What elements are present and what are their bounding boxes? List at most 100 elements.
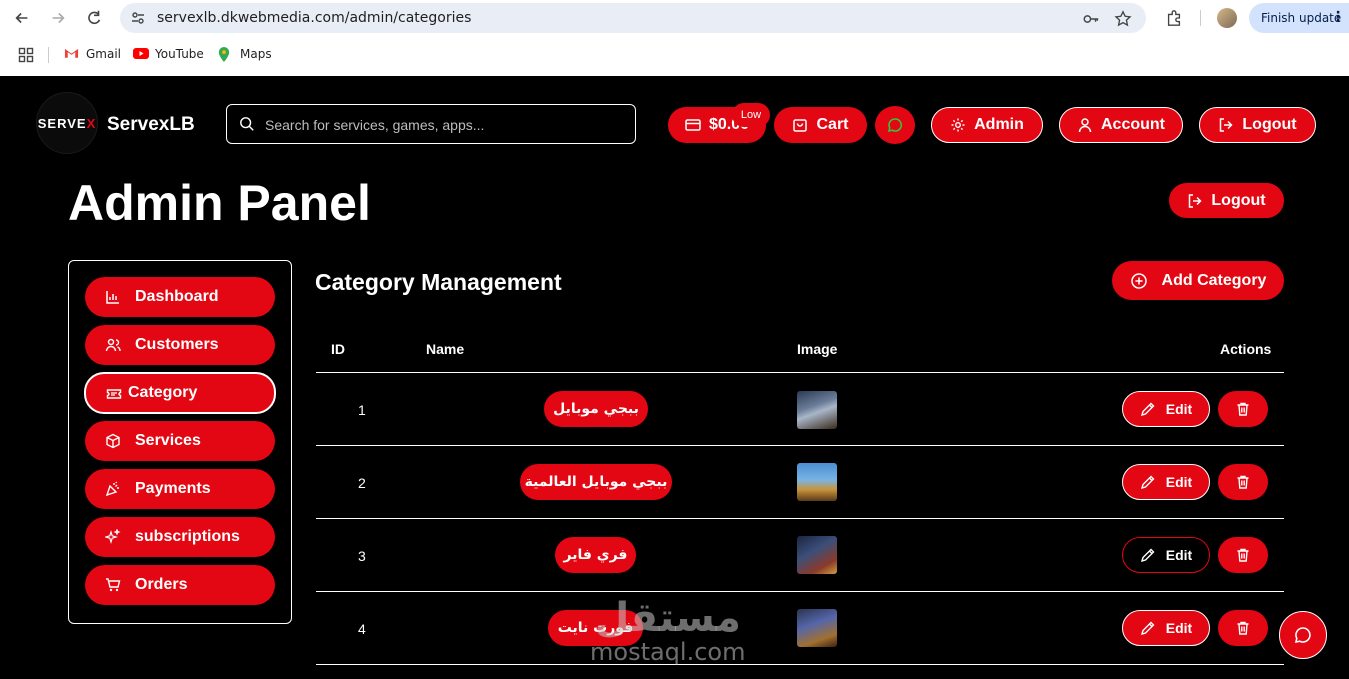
- floating-chat-button[interactable]: [1279, 611, 1327, 659]
- account-label: Account: [1101, 116, 1165, 133]
- box-icon: [106, 433, 120, 449]
- cart-button[interactable]: Cart: [774, 107, 867, 143]
- delete-button[interactable]: [1218, 464, 1268, 500]
- edit-label: Edit: [1165, 620, 1193, 636]
- watermark: مستقل mostaql.com: [590, 598, 745, 666]
- admin-button[interactable]: Admin: [931, 107, 1043, 143]
- page-title: Admin Panel: [68, 175, 371, 231]
- user-icon: [1078, 118, 1092, 133]
- shopping-bag-icon: [793, 119, 808, 132]
- sidebar-item-dashboard[interactable]: Dashboard: [85, 277, 275, 317]
- edit-label: Edit: [1165, 547, 1193, 563]
- extensions-icon[interactable]: [1164, 8, 1184, 28]
- row-id: 2: [358, 475, 366, 491]
- sidebar-item-services[interactable]: Services: [85, 421, 275, 461]
- edit-button[interactable]: Edit: [1122, 610, 1210, 646]
- forward-icon[interactable]: [48, 8, 68, 28]
- youtube-icon: [133, 47, 149, 61]
- category-name-badge: ببجي موبايل: [544, 391, 648, 427]
- search-box[interactable]: [226, 104, 636, 144]
- password-key-icon[interactable]: [1082, 10, 1100, 28]
- chart-icon: [106, 291, 119, 304]
- apps-grid-icon[interactable]: [16, 45, 36, 65]
- category-image: [797, 463, 837, 501]
- category-image: [797, 391, 837, 429]
- edit-label: Edit: [1165, 474, 1193, 490]
- brand-name[interactable]: ServexLB: [107, 114, 195, 136]
- panel-logout-button[interactable]: Logout: [1169, 183, 1284, 218]
- section-title: Category Management: [315, 269, 562, 295]
- sidebar-item-payments[interactable]: Payments: [85, 469, 275, 509]
- add-category-button[interactable]: Add Category: [1112, 261, 1284, 300]
- bookmark-maps[interactable]: Maps: [218, 47, 272, 62]
- delete-button[interactable]: [1218, 537, 1268, 573]
- header-logout-button[interactable]: Logout: [1199, 107, 1316, 143]
- search-input[interactable]: [265, 113, 625, 137]
- category-image: [797, 609, 837, 647]
- row-divider: [316, 518, 1284, 519]
- reload-icon[interactable]: [84, 8, 104, 28]
- gear-icon: [951, 118, 965, 132]
- edit-button[interactable]: Edit: [1122, 391, 1210, 427]
- sidebar-item-customers[interactable]: Customers: [85, 325, 275, 365]
- site-info-icon[interactable]: [130, 10, 146, 26]
- finish-update-label: Finish update: [1261, 11, 1342, 25]
- maps-icon: [218, 47, 234, 62]
- delete-button[interactable]: [1218, 610, 1268, 646]
- add-category-label: Add Category: [1161, 271, 1267, 289]
- category-name-badge: ببجي موبايل العالمية: [520, 464, 672, 500]
- account-button[interactable]: Account: [1059, 107, 1183, 143]
- bookmark-gmail[interactable]: Gmail: [64, 47, 121, 61]
- sidebar-item-label: Services: [135, 432, 201, 449]
- edit-label: Edit: [1165, 401, 1193, 417]
- table-header-divider: [316, 372, 1284, 373]
- site-logo[interactable]: SERVE X: [36, 92, 98, 154]
- pencil-icon: [1140, 621, 1155, 636]
- browser-chrome: servexlb.dkwebmedia.com/admin/categories…: [0, 0, 1349, 76]
- row-id: 4: [358, 621, 366, 637]
- users-icon: [105, 338, 121, 352]
- sidebar-item-label: Payments: [135, 480, 211, 497]
- bookmark-star-icon[interactable]: [1114, 10, 1132, 28]
- sidebar-item-subscriptions[interactable]: subscriptions: [85, 517, 275, 557]
- finish-update-button[interactable]: Finish update ⋮: [1249, 3, 1349, 33]
- chat-bubble-icon: [1294, 627, 1311, 644]
- row-divider: [316, 445, 1284, 446]
- cart-icon: [106, 578, 121, 592]
- trash-icon: [1237, 475, 1249, 489]
- sidebar-item-label: Dashboard: [135, 288, 219, 305]
- edit-button[interactable]: Edit: [1122, 464, 1210, 500]
- toolbar-divider: [1200, 10, 1201, 26]
- sidebar-item-label: Category: [128, 384, 198, 401]
- app-page: SERVEX ServexLB $0.00 Low Cart Admin Acc…: [0, 76, 1349, 679]
- sidebar-item-label: Customers: [135, 336, 219, 353]
- delete-button[interactable]: [1218, 391, 1268, 427]
- column-header-id: ID: [331, 341, 345, 357]
- back-icon[interactable]: [12, 8, 32, 28]
- watermark-latin: mostaql.com: [590, 638, 746, 666]
- sidebar-item-orders[interactable]: Orders: [85, 565, 275, 605]
- sidebar-item-category[interactable]: Category: [84, 372, 276, 414]
- address-bar[interactable]: servexlb.dkwebmedia.com/admin/categories: [120, 3, 1146, 33]
- profile-avatar[interactable]: [1217, 8, 1237, 28]
- bookmarks-bar: Gmail YouTube Maps: [0, 40, 1349, 70]
- column-header-image: Image: [797, 341, 838, 357]
- bookmark-youtube[interactable]: YouTube: [133, 47, 204, 61]
- row-id: 3: [358, 548, 366, 564]
- logo-x: X: [86, 115, 97, 131]
- pencil-icon: [1140, 475, 1155, 490]
- bookmarks-divider: [48, 47, 49, 63]
- chat-button[interactable]: [875, 106, 915, 144]
- watermark-arabic: مستقل: [594, 595, 741, 641]
- admin-label: Admin: [974, 116, 1024, 133]
- menu-dots-icon[interactable]: ⋮: [1331, 9, 1345, 25]
- url-text: servexlb.dkwebmedia.com/admin/categories: [157, 10, 472, 26]
- row-id: 1: [358, 402, 366, 418]
- sidebar-item-label: subscriptions: [135, 528, 240, 545]
- bookmark-label: Maps: [240, 47, 272, 61]
- edit-button[interactable]: Edit: [1122, 537, 1210, 573]
- trash-icon: [1237, 621, 1249, 635]
- logout-label: Logout: [1211, 191, 1266, 209]
- cart-label: Cart: [816, 116, 849, 133]
- admin-sidebar: Dashboard Customers Category Services Pa…: [68, 260, 292, 624]
